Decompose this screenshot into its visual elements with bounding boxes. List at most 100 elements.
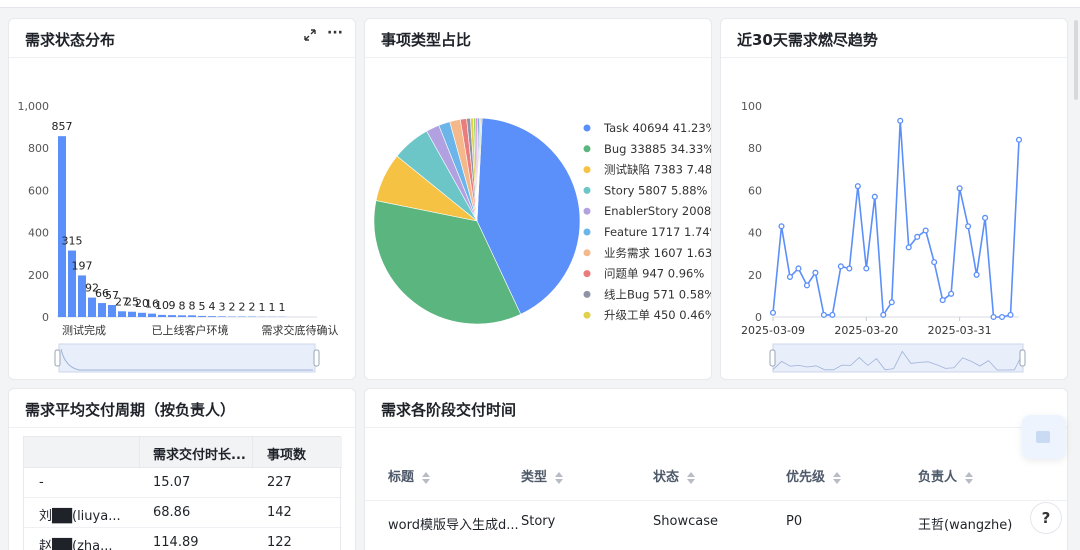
status-bar-chart: 02004006008001,0008573151979266572725201… <box>18 100 339 373</box>
cycle-table: 需求交付时长... 事项数 - 15.07 227 刘██(liuya... 6… <box>23 436 342 550</box>
help-icon[interactable]: ? <box>1030 502 1062 534</box>
x-tick-label: 需求交底待确认 <box>262 323 339 337</box>
bar-data-label: 8 <box>179 299 186 312</box>
bar <box>168 315 176 317</box>
legend-label: 问题单 947 0.96% <box>604 267 704 281</box>
header-type[interactable]: 类型 <box>521 466 564 485</box>
y-tick-label: 400 <box>28 227 49 240</box>
bar <box>158 314 166 317</box>
legend-label: Bug 33885 34.33% <box>604 142 712 156</box>
bar-data-label: 2 <box>229 301 236 314</box>
header-duration[interactable]: 需求交付时长... <box>153 444 246 463</box>
legend-marker <box>583 166 591 174</box>
bar-data-label: 1 <box>259 301 266 314</box>
data-point <box>829 311 836 318</box>
table-row[interactable]: 赵██(zha... 114.89 122 <box>24 528 342 550</box>
zoom-slider-handle-left[interactable] <box>54 349 61 367</box>
sort-icon[interactable] <box>422 471 431 484</box>
data-point <box>973 271 980 278</box>
card-divider <box>9 427 355 428</box>
bar-data-label: 10 <box>155 299 169 312</box>
bar <box>198 315 206 317</box>
table-row[interactable]: word模版导入生成d... Story Showcase P0 王哲(wang… <box>365 502 1067 542</box>
legend-label: 业务需求 1607 1.63% <box>604 246 712 260</box>
card-title: 需求各阶段交付时间 <box>381 401 517 419</box>
header-owner[interactable]: 负责人 <box>918 466 974 485</box>
data-point <box>863 265 870 272</box>
bar-data-label: 857 <box>52 120 73 133</box>
row-title[interactable]: word模版导入生成d... <box>388 514 519 533</box>
data-point <box>931 259 938 266</box>
legend-marker <box>583 249 591 257</box>
legend-marker <box>583 207 591 215</box>
bar <box>128 311 136 317</box>
data-point <box>812 269 819 276</box>
y-tick-label: 1,000 <box>18 100 50 113</box>
legend-label: 升级工单 450 0.46% <box>604 308 712 322</box>
data-point <box>803 282 810 289</box>
y-tick-label: 20 <box>748 269 762 282</box>
header-status[interactable]: 状态 <box>653 466 696 485</box>
floating-assistant-button[interactable] <box>1022 415 1066 459</box>
data-point <box>778 223 785 230</box>
legend-marker <box>583 124 591 132</box>
sort-icon[interactable] <box>965 471 974 484</box>
bar <box>138 312 146 317</box>
y-tick-label: 0 <box>42 311 49 324</box>
bar-data-label: 1 <box>279 301 286 314</box>
bar <box>218 316 226 317</box>
table-row[interactable]: 刘██(liuya... 68.86 142 <box>24 498 342 528</box>
bar-data-label: 9 <box>169 299 176 312</box>
data-point <box>905 244 912 251</box>
row-count: 227 <box>267 475 292 490</box>
x-tick-label: 2025-03-09 <box>741 324 805 337</box>
bar-data-label: 8 <box>189 299 196 312</box>
bar <box>178 315 186 317</box>
row-duration: 68.86 <box>153 505 191 520</box>
top-bar <box>0 0 1080 8</box>
y-tick-label: 200 <box>28 269 49 282</box>
row-count: 122 <box>267 535 292 550</box>
table-row[interactable]: - 15.07 227 <box>24 468 342 498</box>
data-point <box>982 214 989 221</box>
sort-icon[interactable] <box>833 471 842 484</box>
header-type-text: 类型 <box>521 470 548 485</box>
legend-marker <box>583 186 591 194</box>
card-title: 需求平均交付周期（按负责人） <box>25 401 236 419</box>
zoom-slider-handle-right[interactable] <box>313 349 320 367</box>
data-point <box>990 313 997 321</box>
x-tick-label: 已上线客户环境 <box>152 323 229 337</box>
data-point <box>965 223 972 230</box>
header-divider <box>252 437 253 468</box>
bar <box>88 297 96 317</box>
cycle-card: 需求平均交付周期（按负责人） 需求交付时长... 事项数 - 15.07 227… <box>8 388 356 550</box>
row-count: 142 <box>267 505 292 520</box>
sort-icon[interactable] <box>555 471 564 484</box>
x-tick-label: 2025-03-31 <box>928 324 992 337</box>
zoom-slider-handle-right[interactable] <box>1019 349 1026 367</box>
x-tick-label: 2025-03-20 <box>834 324 898 337</box>
bar-data-label: 2 <box>249 301 256 314</box>
legend-label: Feature 1717 1.74% <box>604 225 712 239</box>
scrollbar-thumb[interactable] <box>1074 20 1078 100</box>
header-count[interactable]: 事项数 <box>267 444 306 463</box>
zoom-slider-track <box>58 343 316 373</box>
burndown-card: 近30天需求燃尽趋势 0 20 40 60 80 100 2025-03-09 2025-03… <box>720 18 1068 380</box>
legend-label: Task 40694 41.23% <box>603 121 712 135</box>
row-duration: 114.89 <box>153 535 199 550</box>
series-line <box>772 120 1020 318</box>
data-point <box>922 227 929 234</box>
row-type: Story <box>521 514 556 529</box>
header-priority[interactable]: 优先级 <box>786 466 842 485</box>
row-priority: P0 <box>786 514 803 529</box>
row-status: Showcase <box>653 514 718 529</box>
zoom-slider-handle-left[interactable] <box>769 349 776 367</box>
data-point <box>769 309 777 316</box>
type-pie-chart: Task 40694 41.23% Bug 33885 34.33% 测试缺陷 73… <box>373 117 712 325</box>
sort-icon[interactable] <box>687 471 696 484</box>
bar <box>98 303 106 317</box>
card-divider <box>365 427 1067 428</box>
header-title[interactable]: 标题 <box>388 466 431 485</box>
data-point <box>820 311 827 318</box>
bar <box>118 311 126 317</box>
